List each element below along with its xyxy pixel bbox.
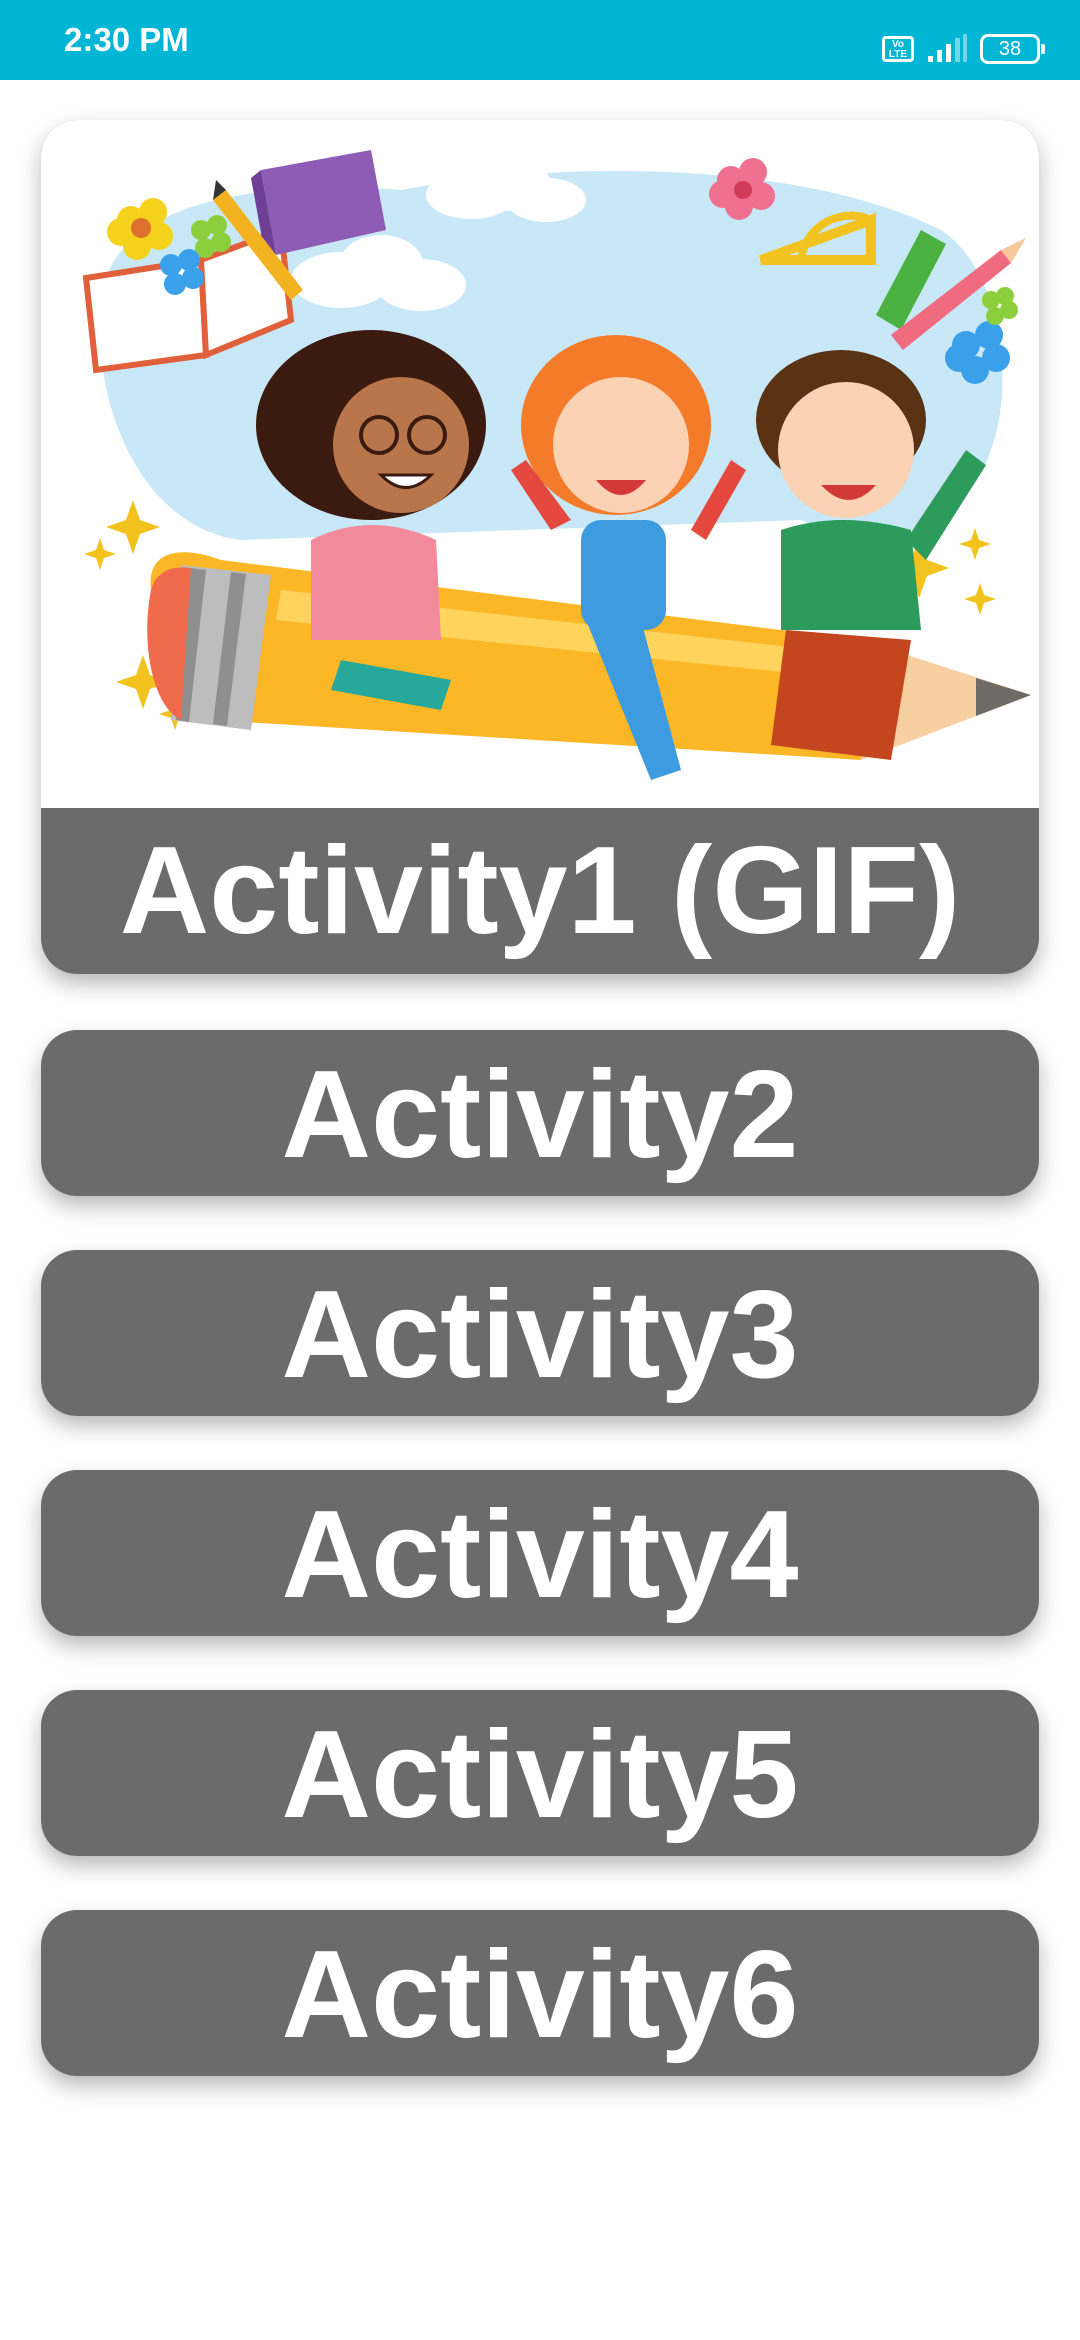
illustration bbox=[82, 150, 1031, 780]
activity5-label: Activity5 bbox=[281, 1706, 799, 1844]
signal-icon bbox=[928, 34, 967, 62]
activity1-button[interactable]: Activity1 (GIF) bbox=[41, 120, 1039, 974]
activity3-button[interactable]: Activity3 bbox=[41, 1250, 1039, 1416]
status-time: 2:30 PM bbox=[64, 21, 189, 58]
activity5-button[interactable]: Activity5 bbox=[41, 1690, 1039, 1856]
activity1-label: Activity1 (GIF) bbox=[119, 822, 961, 960]
status-icons: Vo LTE 38 bbox=[882, 32, 1045, 66]
status-bar: 2:30 PM Vo LTE 38 bbox=[0, 0, 1080, 80]
activity3-label: Activity3 bbox=[281, 1266, 799, 1404]
activity6-button[interactable]: Activity6 bbox=[41, 1910, 1039, 2076]
activity4-label: Activity4 bbox=[281, 1486, 799, 1624]
volte-icon: Vo LTE bbox=[882, 36, 914, 62]
activity4-button[interactable]: Activity4 bbox=[41, 1470, 1039, 1636]
battery-icon: 38 bbox=[980, 34, 1045, 64]
activity2-label: Activity2 bbox=[281, 1046, 799, 1184]
activity6-label: Activity6 bbox=[281, 1926, 799, 2064]
kids-on-pencil-image bbox=[41, 120, 1039, 808]
activity2-button[interactable]: Activity2 bbox=[41, 1030, 1039, 1196]
